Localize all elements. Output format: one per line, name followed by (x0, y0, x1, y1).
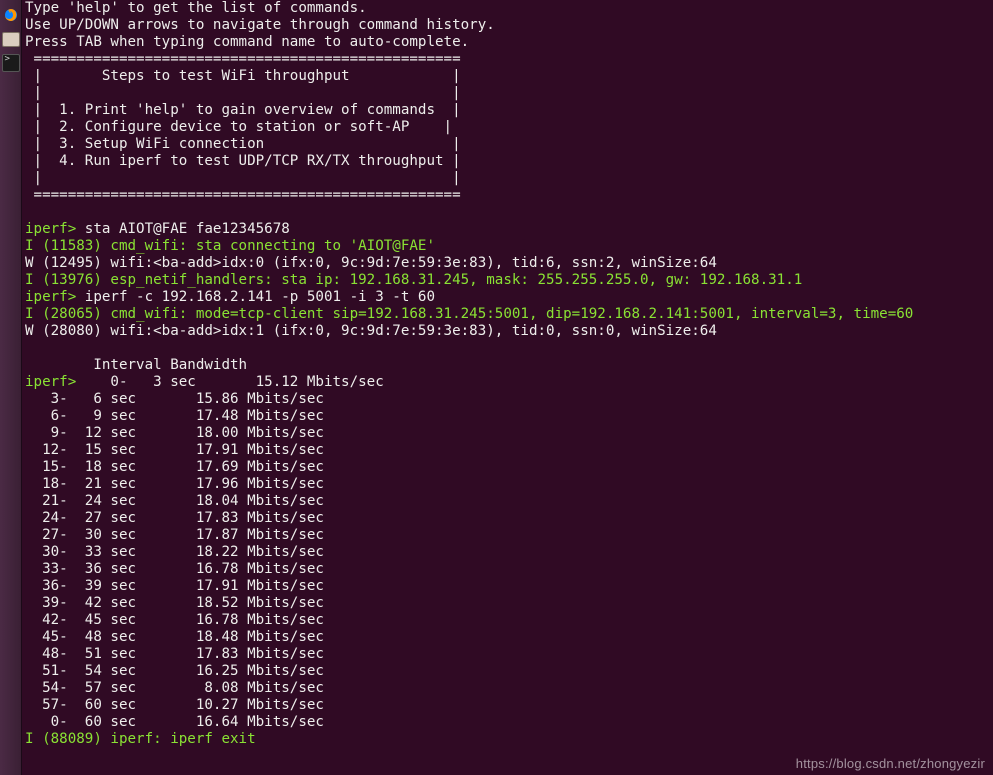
banner-line: | Steps to test WiFi throughput | (25, 68, 461, 84)
banner-line: | | (25, 85, 461, 101)
shell-prompt: iperf> (25, 289, 85, 305)
iperf-row: 0- 3 sec 15.12 Mbits/sec (85, 374, 384, 390)
iperf-row: 24- 27 sec 17.83 Mbits/sec (25, 510, 324, 526)
iperf-row: 39- 42 sec 18.52 Mbits/sec (25, 595, 324, 611)
iperf-row: 48- 51 sec 17.83 Mbits/sec (25, 646, 324, 662)
iperf-row: 54- 57 sec 8.08 Mbits/sec (25, 680, 324, 696)
banner-line: | 3. Setup WiFi connection | (25, 136, 461, 152)
iperf-row: 45- 48 sec 18.48 Mbits/sec (25, 629, 324, 645)
iperf-row: 12- 15 sec 17.91 Mbits/sec (25, 442, 324, 458)
iperf-row: 6- 9 sec 17.48 Mbits/sec (25, 408, 324, 424)
iperf-row: 18- 21 sec 17.96 Mbits/sec (25, 476, 324, 492)
terminal-window[interactable]: Type 'help' to get the list of commands.… (22, 0, 993, 775)
log-warn: W (28080) wifi:<ba-add>idx:1 (ifx:0, 9c:… (25, 323, 717, 339)
iperf-row: 36- 39 sec 17.91 Mbits/sec (25, 578, 324, 594)
shell-command: iperf -c 192.168.2.141 -p 5001 -i 3 -t 6… (85, 289, 435, 305)
iperf-row: 51- 54 sec 16.25 Mbits/sec (25, 663, 324, 679)
banner-line: | 1. Print 'help' to gain overview of co… (25, 102, 461, 118)
log-info: I (13976) esp_netif_handlers: sta ip: 19… (25, 272, 802, 288)
shell-command: sta AIOT@FAE fae12345678 (85, 221, 290, 237)
iperf-row: 9- 12 sec 18.00 Mbits/sec (25, 425, 324, 441)
files-icon[interactable] (2, 30, 20, 48)
iperf-row: 3- 6 sec 15.86 Mbits/sec (25, 391, 324, 407)
terminal-icon[interactable] (2, 54, 20, 72)
banner-line: | 4. Run iperf to test UDP/TCP RX/TX thr… (25, 153, 461, 169)
watermark-text: https://blog.csdn.net/zhongyezir (796, 756, 985, 771)
banner-line: ========================================… (25, 51, 461, 67)
log-info: I (88089) iperf: iperf exit (25, 731, 256, 747)
banner-line: | | (25, 170, 461, 186)
log-warn: W (12495) wifi:<ba-add>idx:0 (ifx:0, 9c:… (25, 255, 717, 271)
desktop: Type 'help' to get the list of commands.… (0, 0, 993, 775)
unity-launcher (0, 0, 22, 775)
iperf-row: 57- 60 sec 10.27 Mbits/sec (25, 697, 324, 713)
intro-line: Use UP/DOWN arrows to navigate through c… (25, 17, 495, 33)
shell-prompt: iperf> (25, 221, 85, 237)
iperf-row: 42- 45 sec 16.78 Mbits/sec (25, 612, 324, 628)
firefox-icon[interactable] (2, 6, 20, 24)
intro-line: Press TAB when typing command name to au… (25, 34, 469, 50)
iperf-row: 15- 18 sec 17.69 Mbits/sec (25, 459, 324, 475)
log-info: I (11583) cmd_wifi: sta connecting to 'A… (25, 238, 435, 254)
iperf-row: 33- 36 sec 16.78 Mbits/sec (25, 561, 324, 577)
banner-line: ========================================… (25, 187, 461, 203)
iperf-row: 27- 30 sec 17.87 Mbits/sec (25, 527, 324, 543)
log-info: I (28065) cmd_wifi: mode=tcp-client sip=… (25, 306, 913, 322)
banner-line: | 2. Configure device to station or soft… (25, 119, 452, 135)
intro-line: Type 'help' to get the list of commands. (25, 0, 367, 16)
iperf-header: Interval Bandwidth (25, 357, 247, 373)
iperf-row: 0- 60 sec 16.64 Mbits/sec (25, 714, 324, 730)
shell-prompt: iperf> (25, 374, 85, 390)
iperf-row: 30- 33 sec 18.22 Mbits/sec (25, 544, 324, 560)
iperf-row: 21- 24 sec 18.04 Mbits/sec (25, 493, 324, 509)
